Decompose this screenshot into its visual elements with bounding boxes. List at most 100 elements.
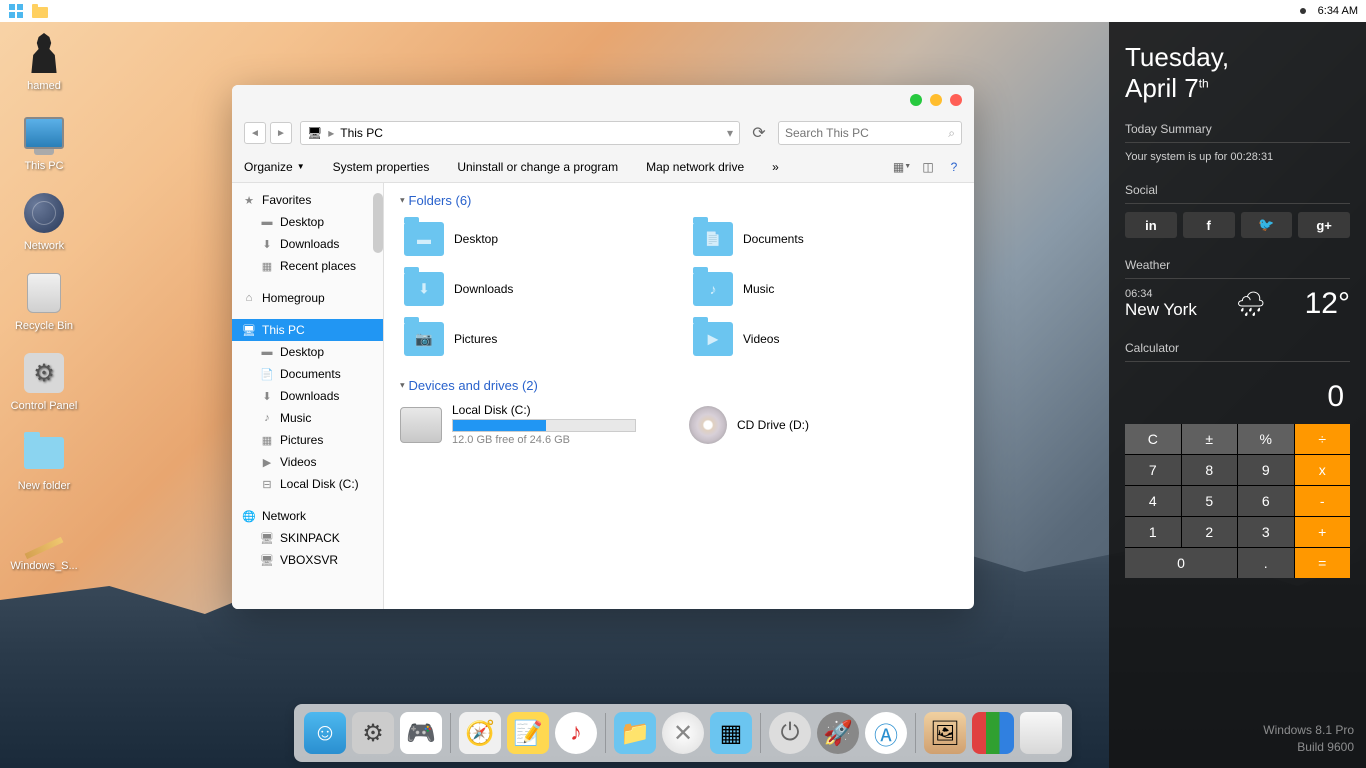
sidebar-thispc[interactable]: 🖥This PC (232, 319, 383, 341)
refresh-button[interactable]: ⟳ (748, 122, 770, 144)
tray-indicator[interactable] (1300, 8, 1306, 14)
linkedin-button[interactable]: in (1125, 212, 1177, 238)
sidebar-item-recent[interactable]: ▦Recent places (232, 255, 383, 277)
drive-cd-d[interactable]: CD Drive (D:) (689, 403, 958, 446)
calc-4[interactable]: 4 (1125, 486, 1181, 516)
calc-7[interactable]: 7 (1125, 455, 1181, 485)
search-icon[interactable]: ⌕ (948, 126, 955, 141)
desktop-icon-controlpanel[interactable]: ⚙Control Panel (8, 350, 80, 412)
dock-power[interactable]: ⏻ (769, 712, 811, 754)
folder-documents[interactable]: 📄Documents (689, 218, 958, 260)
twitter-button[interactable]: 🐦 (1241, 212, 1293, 238)
dock-separator (760, 713, 761, 753)
calc-2[interactable]: 2 (1182, 517, 1238, 547)
calc-6[interactable]: 6 (1238, 486, 1294, 516)
folder-music[interactable]: ♪Music (689, 268, 958, 310)
calc-1[interactable]: 1 (1125, 517, 1181, 547)
calc-minus[interactable]: - (1295, 486, 1351, 516)
sidebar-item-music[interactable]: ♪Music (232, 407, 383, 429)
sidebar-item-skinpack[interactable]: 🖥SKINPACK (232, 527, 383, 549)
titlebar[interactable] (232, 85, 974, 115)
facebook-button[interactable]: f (1183, 212, 1235, 238)
desktop-icon-recyclebin[interactable]: Recycle Bin (8, 270, 80, 332)
address-bar[interactable]: 🖥 ▸ This PC ▾ (300, 121, 740, 145)
sidebar-item-localdisk[interactable]: ⊟Local Disk (C:) (232, 473, 383, 495)
scrollbar[interactable] (373, 193, 383, 253)
calc-divide[interactable]: ÷ (1295, 424, 1351, 454)
system-properties-button[interactable]: System properties (333, 160, 430, 174)
dock-notes[interactable]: 📝 (507, 712, 549, 754)
calc-equals[interactable]: = (1295, 548, 1351, 578)
sidebar-homegroup[interactable]: ⌂Homegroup (232, 287, 383, 309)
dock-launchpad[interactable]: 🚀 (817, 712, 859, 754)
help-icon[interactable]: ? (946, 159, 962, 175)
explorer-taskbar-icon[interactable] (32, 3, 48, 19)
close-button[interactable] (950, 94, 962, 106)
dock-finder[interactable]: ☺ (304, 712, 346, 754)
weather-widget[interactable]: 06:34 New York 🌧 12° (1125, 287, 1350, 321)
folders-section-header[interactable]: Folders (6) (400, 193, 958, 208)
calc-0[interactable]: 0 (1125, 548, 1237, 578)
preview-pane-icon[interactable]: ◫ (920, 159, 936, 175)
desktop-icon-network[interactable]: Network (8, 190, 80, 252)
devices-section-header[interactable]: Devices and drives (2) (400, 378, 958, 393)
calc-multiply[interactable]: x (1295, 455, 1351, 485)
search-input[interactable] (785, 126, 948, 140)
dock-appstore[interactable]: Ⓐ (865, 712, 907, 754)
folder-desktop[interactable]: ▬Desktop (400, 218, 669, 260)
dock-apps[interactable]: ▦ (710, 712, 752, 754)
dock-trash[interactable] (1020, 712, 1062, 754)
calc-clear[interactable]: C (1125, 424, 1181, 454)
desktop-icon-windows-shortcut[interactable]: Windows_S... (8, 510, 80, 572)
dock-settings[interactable]: ⚙ (352, 712, 394, 754)
start-button[interactable] (8, 3, 24, 19)
search-box[interactable]: ⌕ (778, 121, 962, 145)
calc-8[interactable]: 8 (1182, 455, 1238, 485)
dock-osx[interactable]: ✕ (662, 712, 704, 754)
sidebar-item-desktop[interactable]: ▬Desktop (232, 211, 383, 233)
clock[interactable]: 6:34 AM (1318, 5, 1358, 17)
drive-local-c[interactable]: Local Disk (C:) 12.0 GB free of 24.6 GB (400, 403, 669, 446)
calc-9[interactable]: 9 (1238, 455, 1294, 485)
uninstall-button[interactable]: Uninstall or change a program (457, 160, 618, 174)
dropdown-icon[interactable]: ▾ (727, 126, 733, 140)
calc-sign[interactable]: ± (1182, 424, 1238, 454)
dock-board[interactable] (972, 712, 1014, 754)
dock-photo[interactable]: 🖼 (924, 712, 966, 754)
sidebar-item-pictures[interactable]: ▦Pictures (232, 429, 383, 451)
sidebar-item-vboxsvr[interactable]: 🖥VBOXSVR (232, 549, 383, 571)
dock-safari[interactable]: 🧭 (459, 712, 501, 754)
forward-button[interactable]: ► (270, 122, 292, 144)
sidebar-network[interactable]: 🌐Network (232, 505, 383, 527)
computer-icon: 🖥 (260, 531, 274, 545)
desktop-icon-thispc[interactable]: This PC (8, 110, 80, 172)
dock-folder[interactable]: 📁 (614, 712, 656, 754)
view-options-icon[interactable]: ▦ ▼ (894, 159, 910, 175)
maximize-button[interactable] (930, 94, 942, 106)
folder-videos[interactable]: ▶Videos (689, 318, 958, 360)
calc-percent[interactable]: % (1238, 424, 1294, 454)
dock-gamecenter[interactable]: 🎮 (400, 712, 442, 754)
map-drive-button[interactable]: Map network drive (646, 160, 744, 174)
folder-pictures[interactable]: 📷Pictures (400, 318, 669, 360)
more-button[interactable]: » (772, 160, 779, 174)
calc-decimal[interactable]: . (1238, 548, 1294, 578)
sidebar-item-downloads[interactable]: ⬇Downloads (232, 385, 383, 407)
dock-itunes[interactable]: ♪ (555, 712, 597, 754)
sidebar-favorites[interactable]: ★Favorites (232, 189, 383, 211)
back-button[interactable]: ◄ (244, 122, 266, 144)
calc-3[interactable]: 3 (1238, 517, 1294, 547)
desktop-icon-user[interactable]: hamed (8, 30, 80, 92)
calc-plus[interactable]: + (1295, 517, 1351, 547)
sidebar-item-videos[interactable]: ▶Videos (232, 451, 383, 473)
calc-5[interactable]: 5 (1182, 486, 1238, 516)
folder-downloads[interactable]: ⬇Downloads (400, 268, 669, 310)
desktop-icon-newfolder[interactable]: New folder (8, 430, 80, 492)
breadcrumb-current[interactable]: This PC (340, 126, 383, 140)
sidebar-item-documents[interactable]: 📄Documents (232, 363, 383, 385)
sidebar-item-downloads[interactable]: ⬇Downloads (232, 233, 383, 255)
googleplus-button[interactable]: g+ (1298, 212, 1350, 238)
minimize-button[interactable] (910, 94, 922, 106)
organize-menu[interactable]: Organize ▼ (244, 160, 305, 174)
sidebar-item-desktop[interactable]: ▬Desktop (232, 341, 383, 363)
